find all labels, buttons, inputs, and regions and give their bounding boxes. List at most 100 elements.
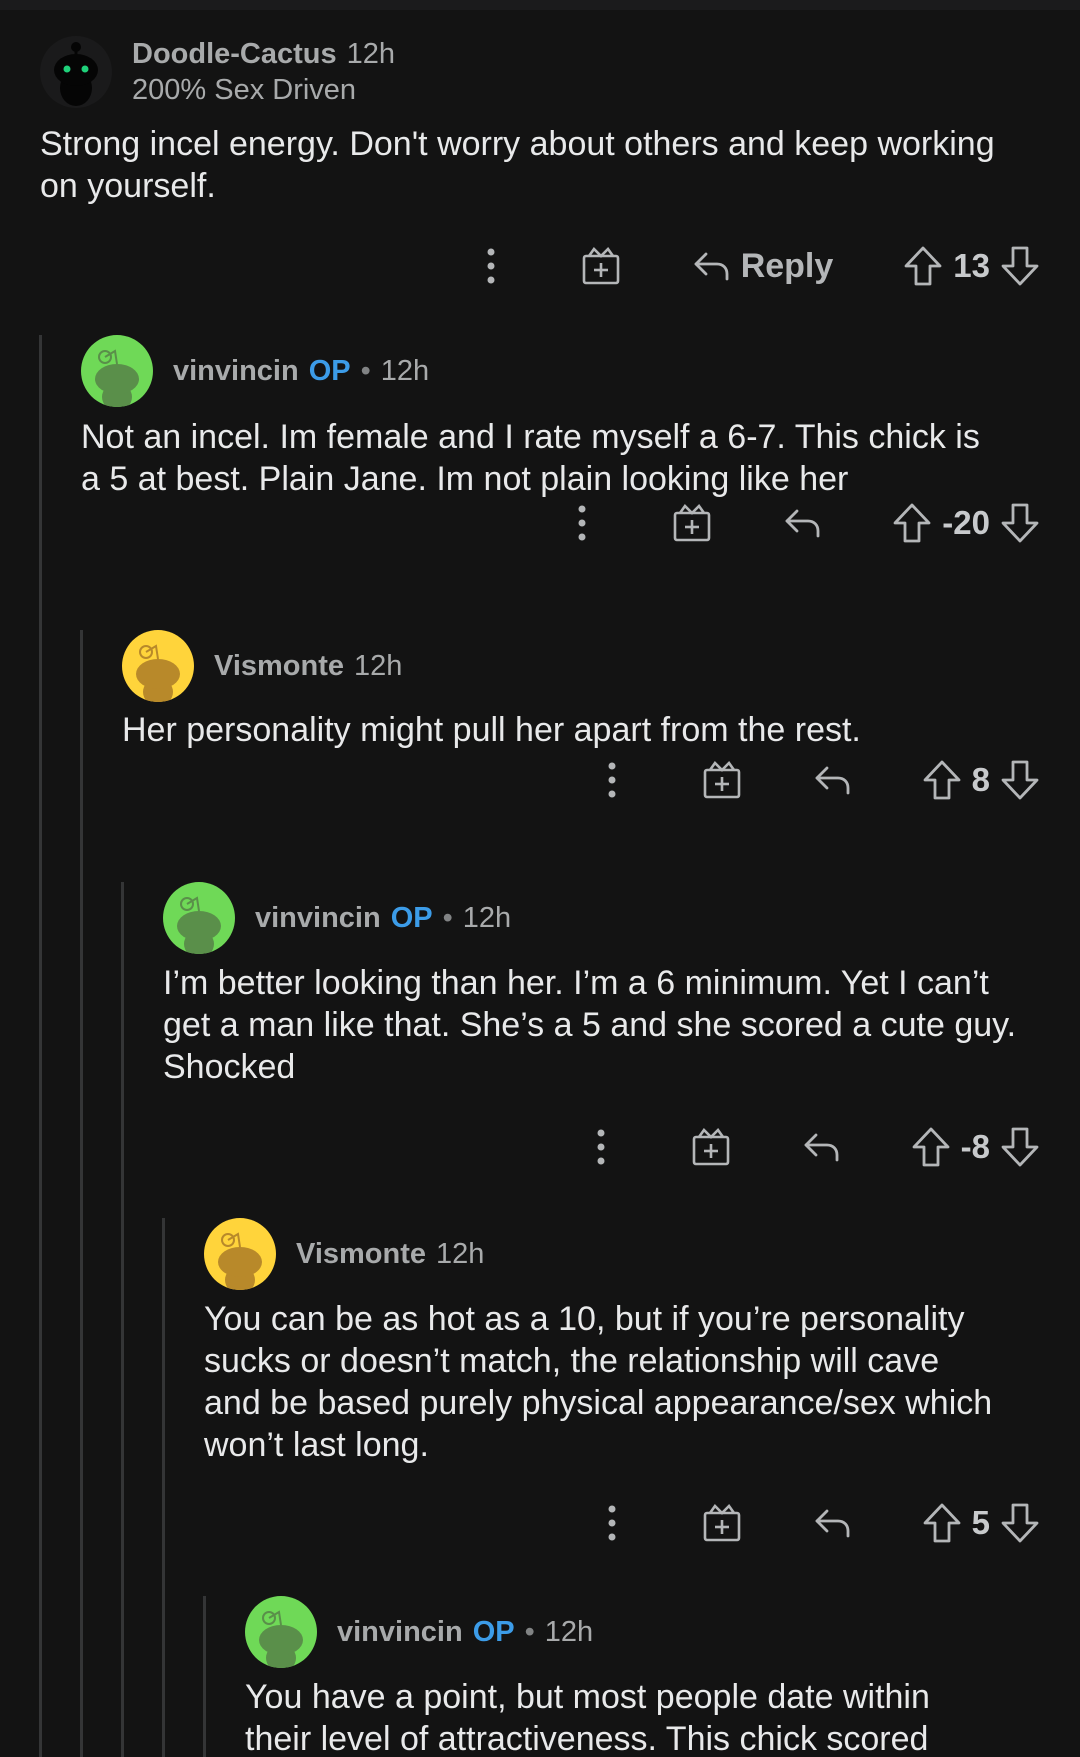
comment-header: vinvincin OP • 12h [163, 882, 511, 954]
timestamp: 12h [436, 1238, 485, 1270]
vote-score: 5 [971, 1504, 990, 1541]
comment-body: You have a point, but most people date w… [245, 1678, 930, 1757]
vote-controls: -20 [892, 502, 1040, 544]
vote-controls: 8 [922, 759, 1040, 801]
more-options-icon [608, 762, 616, 798]
comment-meta: Vismonte 12h [296, 1236, 484, 1272]
reply-button[interactable] [782, 505, 822, 541]
vote-score: -8 [960, 1128, 990, 1165]
downvote-arrow-icon[interactable] [1000, 759, 1040, 801]
downvote-arrow-icon[interactable] [1000, 502, 1040, 544]
more-options-button[interactable] [592, 761, 632, 799]
thread-line [203, 1596, 206, 1757]
comment-header: Vismonte 12h [204, 1218, 484, 1290]
username[interactable]: Vismonte [214, 650, 344, 682]
more-options-button[interactable] [592, 1504, 632, 1542]
snoo-avatar-icon [54, 42, 98, 106]
reply-icon [694, 252, 729, 281]
more-options-button[interactable] [471, 247, 511, 285]
comment-actions: 8 [592, 755, 1040, 805]
downvote-arrow-icon[interactable] [1000, 1502, 1040, 1544]
upvote-arrow-icon[interactable] [922, 759, 962, 801]
comment-meta: Doodle-Cactus 12h 200% Sex Driven [132, 36, 395, 108]
avatar[interactable] [81, 335, 153, 407]
avatar[interactable] [122, 630, 194, 702]
timestamp: 12h [462, 902, 512, 934]
vote-score: 13 [953, 247, 990, 284]
op-badge: OP [308, 355, 351, 387]
comment-actions: -8 [581, 1122, 1040, 1172]
comment-actions: -20 [562, 498, 1040, 548]
comment-body: I’m better looking than her. I’m a 6 min… [163, 964, 1017, 1086]
comment-body: Strong incel energy. Don't worry about o… [40, 125, 995, 205]
timestamp: 12h [544, 1616, 594, 1648]
more-options-button[interactable] [562, 504, 602, 542]
reply-icon [815, 766, 850, 795]
comment-meta: Vismonte 12h [214, 648, 402, 684]
op-badge: OP [390, 902, 433, 934]
more-options-button[interactable] [581, 1128, 621, 1166]
separator-dot: • [524, 1616, 535, 1648]
username[interactable]: vinvincin [337, 1616, 463, 1648]
timestamp: 12h [380, 355, 430, 387]
comment-header: Vismonte 12h [122, 630, 402, 702]
vote-score: 8 [971, 761, 990, 798]
reply-label: Reply [740, 246, 834, 285]
comment-body: Not an incel. Im female and I rate mysel… [81, 418, 980, 498]
separator-dot: • [360, 355, 371, 387]
reply-button[interactable]: Reply [691, 246, 834, 286]
upvote-arrow-icon[interactable] [922, 1502, 962, 1544]
avatar[interactable] [40, 36, 112, 108]
award-icon [673, 503, 711, 542]
comment-meta: vinvincin OP • 12h [255, 900, 511, 936]
more-options-icon [608, 1505, 616, 1541]
reply-icon [804, 1133, 839, 1162]
comment-header: vinvincin OP • 12h [81, 335, 429, 407]
comment-body: You can be as hot as a 10, but if you’re… [204, 1300, 993, 1464]
username[interactable]: Vismonte [296, 1238, 426, 1270]
reply-icon [815, 1509, 850, 1538]
downvote-arrow-icon[interactable] [1000, 1126, 1040, 1168]
avatar[interactable] [245, 1596, 317, 1668]
avatar[interactable] [163, 882, 235, 954]
username[interactable]: vinvincin [255, 902, 381, 934]
reply-icon [785, 509, 820, 538]
username[interactable]: vinvincin [173, 355, 299, 387]
comment-body: Her personality might pull her apart fro… [122, 711, 861, 749]
upvote-arrow-icon[interactable] [903, 245, 943, 287]
comment-header: vinvincin OP • 12h [245, 1596, 593, 1668]
award-button[interactable] [581, 246, 621, 286]
award-button[interactable] [702, 760, 742, 800]
more-options-icon [578, 505, 586, 541]
snoo-avatar-icon [177, 896, 221, 954]
comment-header: Doodle-Cactus 12h 200% Sex Driven [40, 36, 395, 108]
thread-line [80, 630, 83, 1757]
award-icon [582, 246, 619, 285]
reply-button[interactable] [801, 1129, 841, 1165]
downvote-arrow-icon[interactable] [1000, 245, 1040, 287]
comment-actions: Reply 13 [471, 241, 1040, 291]
reply-button[interactable] [812, 762, 852, 798]
thread-line [162, 1218, 165, 1757]
comment-meta: vinvincin OP • 12h [173, 353, 429, 389]
comment-meta: vinvincin OP • 12h [337, 1614, 593, 1650]
vote-controls: 13 [903, 245, 1040, 287]
avatar[interactable] [204, 1218, 276, 1290]
top-bar [0, 0, 1080, 10]
vote-controls: -8 [911, 1126, 1040, 1168]
award-button[interactable] [672, 503, 712, 543]
separator-dot: • [442, 902, 453, 934]
more-options-icon [597, 1129, 605, 1165]
award-icon [703, 1503, 740, 1542]
award-button[interactable] [691, 1127, 731, 1167]
award-icon [692, 1127, 729, 1166]
snoo-avatar-icon [259, 1610, 303, 1668]
username[interactable]: Doodle-Cactus [132, 38, 337, 70]
upvote-arrow-icon[interactable] [911, 1126, 951, 1168]
vote-controls: 5 [922, 1502, 1040, 1544]
award-button[interactable] [702, 1503, 742, 1543]
reply-button[interactable] [812, 1505, 852, 1541]
upvote-arrow-icon[interactable] [892, 502, 932, 544]
comment-actions: 5 [592, 1498, 1040, 1548]
op-badge: OP [472, 1616, 515, 1648]
